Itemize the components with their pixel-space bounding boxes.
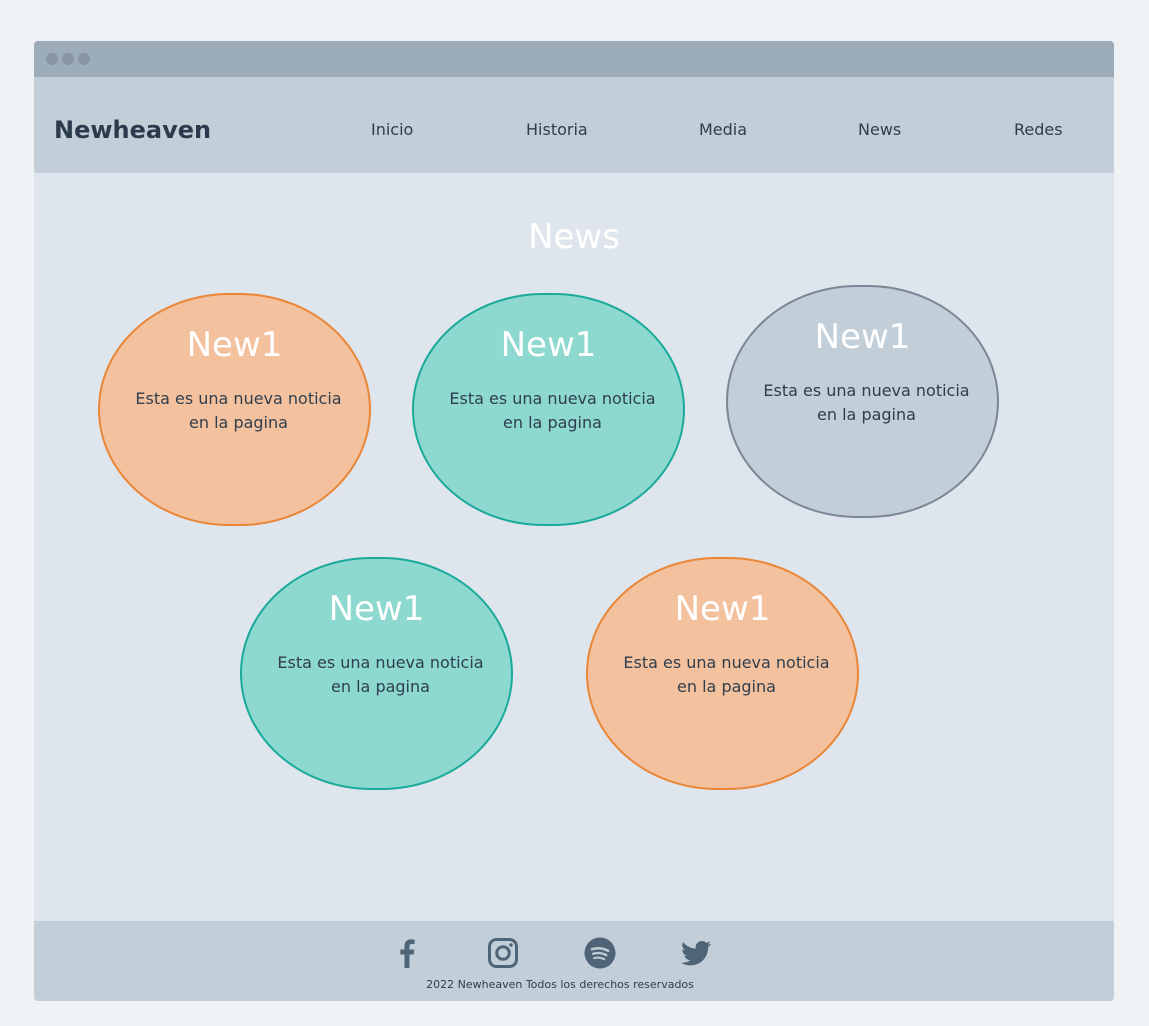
news-card[interactable]: New1 Esta es una nueva noticia en la pag… [726, 285, 999, 518]
nav-item-redes[interactable]: Redes [1014, 119, 1063, 141]
nav-item-inicio[interactable]: Inicio [371, 119, 413, 141]
instagram-icon[interactable] [487, 937, 519, 969]
facebook-icon[interactable] [391, 937, 423, 969]
news-card[interactable]: New1 Esta es una nueva noticia en la pag… [240, 557, 513, 790]
news-card-title: New1 [500, 325, 597, 365]
window-close-dot[interactable] [46, 53, 58, 65]
page-title: News [528, 217, 620, 257]
browser-window: Newheaven Inicio Historia Media News Red… [34, 41, 1114, 1001]
news-card-text: Esta es una nueva noticia en la pagina [763, 381, 970, 424]
news-card-text: Esta es una nueva noticia en la pagina [277, 653, 484, 696]
copyright-text: 2022 Newheaven Todos los derechos reserv… [426, 978, 694, 991]
news-card-text: Esta es una nueva noticia en la pagina [449, 389, 656, 432]
spotify-icon[interactable] [584, 937, 616, 969]
news-card[interactable]: New1 Esta es una nueva noticia en la pag… [586, 557, 859, 790]
nav-item-media[interactable]: Media [699, 119, 747, 141]
site-footer: 2022 Newheaven Todos los derechos reserv… [34, 921, 1114, 1001]
news-card[interactable]: New1 Esta es una nueva noticia en la pag… [412, 293, 685, 526]
news-card[interactable]: New1 Esta es una nueva noticia en la pag… [98, 293, 371, 526]
news-card-title: New1 [328, 589, 425, 629]
twitter-icon[interactable] [680, 937, 712, 969]
news-card-title: New1 [674, 589, 771, 629]
news-card-title: New1 [186, 325, 283, 365]
news-section: News New1 Esta es una nueva noticia en l… [34, 173, 1114, 921]
nav-item-historia[interactable]: Historia [526, 119, 588, 141]
news-card-text: Esta es una nueva noticia en la pagina [135, 389, 342, 432]
window-minimize-dot[interactable] [62, 53, 74, 65]
news-card-title: New1 [814, 317, 911, 357]
window-maximize-dot[interactable] [78, 53, 90, 65]
window-titlebar [34, 41, 1114, 77]
site-header: Newheaven Inicio Historia Media News Red… [34, 77, 1114, 173]
nav-item-news[interactable]: News [858, 119, 901, 141]
news-card-text: Esta es una nueva noticia en la pagina [623, 653, 830, 696]
site-logo[interactable]: Newheaven [54, 115, 211, 145]
